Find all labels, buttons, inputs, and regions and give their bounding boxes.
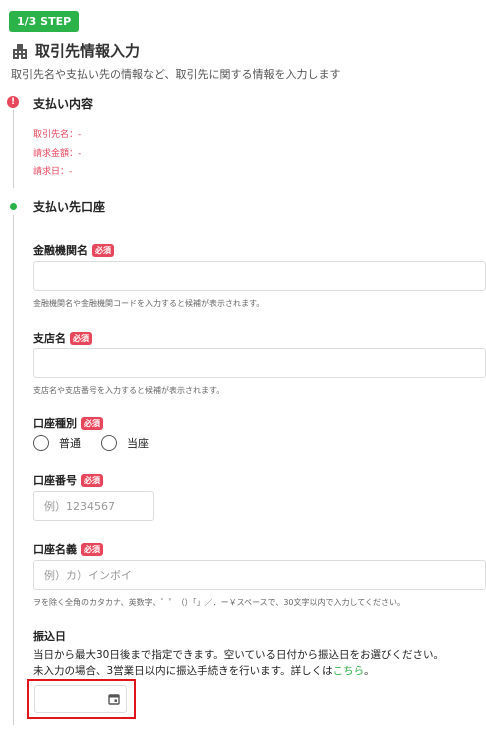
account-holder-label: 口座名義 必須 — [33, 541, 103, 557]
radio-button[interactable] — [33, 435, 49, 451]
required-badge: 必須 — [70, 331, 92, 345]
account-number-label-text: 口座番号 — [33, 474, 77, 487]
details-link[interactable]: こちら — [333, 665, 365, 677]
branch-name-label-text: 支店名 — [33, 332, 66, 345]
summary-partner: 取引先名：- — [33, 130, 82, 140]
period-text: 。 — [364, 665, 375, 677]
date-field-highlight — [27, 679, 136, 719]
calendar-icon[interactable] — [108, 693, 120, 705]
radio-button[interactable] — [101, 435, 117, 451]
step-badge: 1/3 STEP — [9, 11, 80, 32]
transfer-date-desc-2: 未入力の場合、3営業日以内に振込手続きを行います。詳しくはこちら。 — [33, 663, 375, 678]
bank-name-label: 金融機関名 必須 — [33, 242, 114, 258]
required-badge: 必須 — [81, 416, 103, 430]
account-type-radio-group: 普通 当座 — [33, 435, 169, 451]
account-type-label-text: 口座種別 — [33, 417, 77, 430]
bank-name-label-text: 金融機関名 — [33, 244, 88, 257]
summary-date: 請求日：- — [33, 167, 73, 177]
branch-name-label: 支店名 必須 — [33, 330, 92, 346]
page-header: 取引先情報入力 — [11, 40, 140, 61]
branch-name-input[interactable] — [33, 348, 486, 378]
account-holder-hint: ヲを除く全角のカタカナ、英数字、゛゜（）「」／．ー￥スペースで、30文字以内で入… — [33, 598, 406, 607]
building-icon — [13, 43, 27, 59]
page-title: 取引先情報入力 — [35, 42, 141, 60]
transfer-date-desc-text: 未入力の場合、3営業日以内に振込手続きを行います。詳しくは — [33, 665, 333, 677]
branch-name-hint: 支店名や支店番号を入力すると候補が表示されます。 — [33, 386, 225, 395]
account-section-title: 支払い先口座 — [33, 200, 106, 214]
page-description: 取引先名や支払い先の情報など、取引先に関する情報を入力します — [11, 68, 341, 81]
account-holder-input[interactable] — [33, 560, 486, 590]
account-number-input[interactable] — [33, 491, 154, 521]
required-badge: 必須 — [81, 542, 103, 556]
radio-ordinary[interactable]: 普通 — [33, 435, 81, 451]
timeline-line — [13, 110, 14, 188]
timeline-line — [13, 215, 14, 725]
account-type-label: 口座種別 必須 — [33, 415, 103, 431]
bank-name-hint: 金融機関名や金融機関コードを入力すると候補が表示されます。 — [33, 299, 265, 308]
payment-content-title: 支払い内容 — [33, 97, 94, 111]
required-badge: 必須 — [81, 473, 103, 487]
radio-label: 普通 — [59, 437, 81, 450]
radio-checking[interactable]: 当座 — [101, 435, 149, 451]
bank-name-input[interactable] — [33, 261, 486, 291]
status-dot — [10, 203, 17, 210]
transfer-date-label: 振込日 — [33, 630, 66, 643]
required-badge: 必須 — [92, 243, 114, 257]
radio-label: 当座 — [127, 437, 149, 450]
account-number-label: 口座番号 必須 — [33, 472, 103, 488]
transfer-date-input[interactable] — [34, 685, 127, 713]
account-holder-label-text: 口座名義 — [33, 543, 77, 556]
alert-icon: ! — [7, 96, 19, 108]
transfer-date-desc-1: 当日から最大30日後まで指定できます。空いている日付から振込日をお選びください。 — [33, 649, 444, 661]
summary-amount: 請求金額：- — [33, 149, 82, 159]
